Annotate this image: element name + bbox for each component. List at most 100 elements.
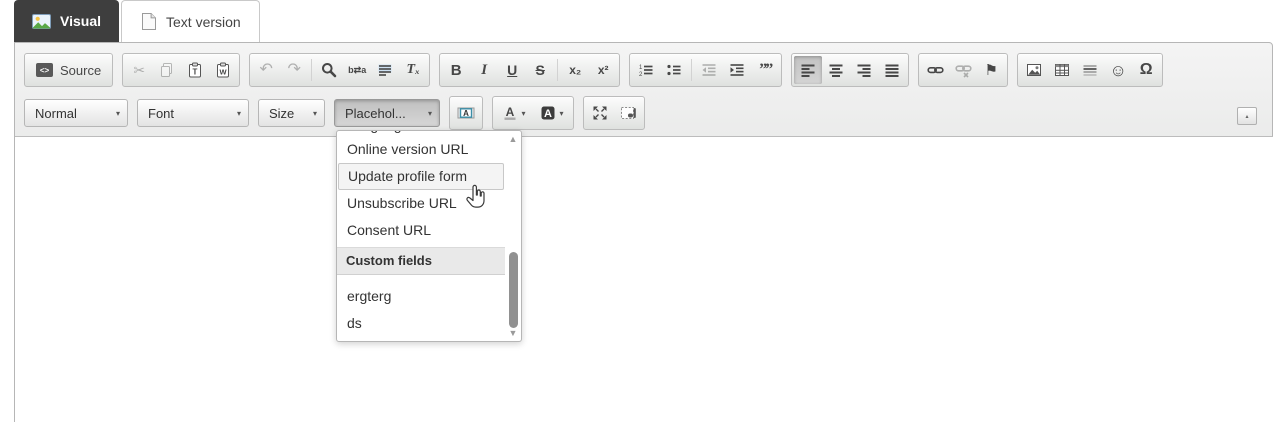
group-colors: A ▾ A ▾ <box>492 96 574 130</box>
strikethrough-button[interactable]: S <box>526 56 554 84</box>
placeholder-dropdown-list: Language Online version URL Update profi… <box>337 130 521 337</box>
strikethrough-icon: S <box>536 63 545 77</box>
align-justify-button[interactable] <box>878 56 906 84</box>
menu-item-update-profile-form[interactable]: Update profile form <box>338 163 504 190</box>
svg-text:A: A <box>506 105 515 119</box>
group-tools <box>583 96 645 130</box>
tab-visual[interactable]: Visual <box>14 0 119 42</box>
indent-button[interactable] <box>723 56 751 84</box>
table-icon <box>1054 62 1070 78</box>
scroll-up-icon[interactable]: ▲ <box>507 134 519 144</box>
separator <box>691 59 692 81</box>
source-icon: <> <box>36 63 53 77</box>
outdent-button[interactable] <box>695 56 723 84</box>
tab-text-version-label: Text version <box>166 14 241 30</box>
collapse-toolbar-button[interactable]: ▴ <box>1237 107 1257 125</box>
group-links: ⚑ <box>918 53 1008 87</box>
insert-placeholder-button[interactable]: A <box>452 99 480 127</box>
insert-table-button[interactable] <box>1048 56 1076 84</box>
show-blocks-button[interactable] <box>614 99 642 127</box>
scroll-down-icon[interactable]: ▼ <box>507 328 519 338</box>
find-button[interactable] <box>315 56 343 84</box>
source-button[interactable]: <> Source <box>27 56 110 84</box>
format-combo-value: Normal <box>35 106 77 121</box>
align-left-button[interactable] <box>794 56 822 84</box>
tab-text-version[interactable]: Text version <box>121 0 260 42</box>
group-clipboard: ✂ T W <box>122 53 240 87</box>
svg-text:A: A <box>545 108 553 120</box>
document-icon <box>140 12 157 31</box>
superscript-button[interactable]: x² <box>589 56 617 84</box>
copy-button[interactable] <box>153 56 181 84</box>
menu-item-consent-url[interactable]: Consent URL <box>338 217 504 244</box>
tab-visual-label: Visual <box>60 13 101 29</box>
editor-content-area[interactable] <box>15 136 1273 423</box>
align-center-button[interactable] <box>822 56 850 84</box>
numbered-list-icon: 12 <box>638 62 654 78</box>
replace-button[interactable]: b⇄a <box>343 56 371 84</box>
numbered-list-button[interactable]: 12 <box>632 56 660 84</box>
paste-text-button[interactable]: T <box>181 56 209 84</box>
italic-button[interactable]: I <box>470 56 498 84</box>
menu-item-ds[interactable]: ds <box>338 310 504 337</box>
chevron-down-icon: ▾ <box>521 109 525 118</box>
align-right-button[interactable] <box>850 56 878 84</box>
unlink-icon <box>955 62 972 78</box>
blockquote-icon: ”” <box>759 62 771 78</box>
chevron-down-icon: ▾ <box>559 109 563 118</box>
text-color-button[interactable]: A ▾ <box>495 99 533 127</box>
special-char-button[interactable]: Ω <box>1132 56 1160 84</box>
subscript-icon: x₂ <box>569 64 581 76</box>
undo-button[interactable]: ↶ <box>252 56 280 84</box>
background-color-button[interactable]: A ▾ <box>533 99 571 127</box>
omega-icon: Ω <box>1140 62 1153 78</box>
bulleted-list-button[interactable] <box>660 56 688 84</box>
chevron-down-icon: ▾ <box>237 109 241 118</box>
underline-button[interactable]: U <box>498 56 526 84</box>
size-combo[interactable]: Size ▾ <box>258 99 325 127</box>
bulleted-list-icon <box>666 62 682 78</box>
format-combo[interactable]: Normal ▾ <box>24 99 128 127</box>
subscript-button[interactable]: x₂ <box>561 56 589 84</box>
maximize-button[interactable] <box>586 99 614 127</box>
horizontal-rule-icon <box>1082 62 1098 78</box>
cut-button[interactable]: ✂ <box>125 56 153 84</box>
paste-word-button[interactable]: W <box>209 56 237 84</box>
blockquote-button[interactable]: ”” <box>751 56 779 84</box>
horizontal-rule-button[interactable] <box>1076 56 1104 84</box>
menu-item-unsubscribe-url[interactable]: Unsubscribe URL <box>338 190 504 217</box>
font-combo[interactable]: Font ▾ <box>137 99 249 127</box>
source-label: Source <box>60 63 101 78</box>
anchor-button[interactable]: ⚑ <box>977 56 1005 84</box>
paste-text-icon: T <box>187 62 203 78</box>
group-placeholder-insert: A <box>449 96 483 130</box>
flag-icon: ⚑ <box>984 63 997 78</box>
link-button[interactable] <box>921 56 949 84</box>
font-combo-value: Font <box>148 106 174 121</box>
align-justify-icon <box>884 62 900 78</box>
group-lists: 12 ”” <box>629 53 782 87</box>
replace-icon: b⇄a <box>348 66 366 75</box>
svg-text:1: 1 <box>639 65 643 71</box>
collapse-arrow-icon: ▴ <box>1245 113 1248 120</box>
select-all-button[interactable] <box>371 56 399 84</box>
menu-group-header: Custom fields <box>337 247 505 275</box>
align-right-icon <box>856 62 872 78</box>
smiley-button[interactable]: ☺ <box>1104 56 1132 84</box>
menu-item-ergterg[interactable]: ergterg <box>338 283 504 310</box>
placeholder-combo[interactable]: Placehol... ▾ <box>334 99 440 127</box>
size-combo-value: Size <box>269 106 294 121</box>
group-align <box>791 53 909 87</box>
chevron-down-icon: ▾ <box>428 109 432 118</box>
insert-image-button[interactable] <box>1020 56 1048 84</box>
scrollbar-thumb[interactable] <box>509 252 518 328</box>
redo-button[interactable]: ↷ <box>280 56 308 84</box>
menu-item-online-version-url[interactable]: Online version URL <box>338 136 504 163</box>
superscript-icon: x² <box>598 64 609 76</box>
remove-format-button[interactable]: Tₓ <box>399 56 427 84</box>
unlink-button[interactable] <box>949 56 977 84</box>
search-icon <box>321 62 337 78</box>
svg-text:2: 2 <box>639 72 643 78</box>
bold-button[interactable]: B <box>442 56 470 84</box>
group-insert: ☺ Ω <box>1017 53 1163 87</box>
